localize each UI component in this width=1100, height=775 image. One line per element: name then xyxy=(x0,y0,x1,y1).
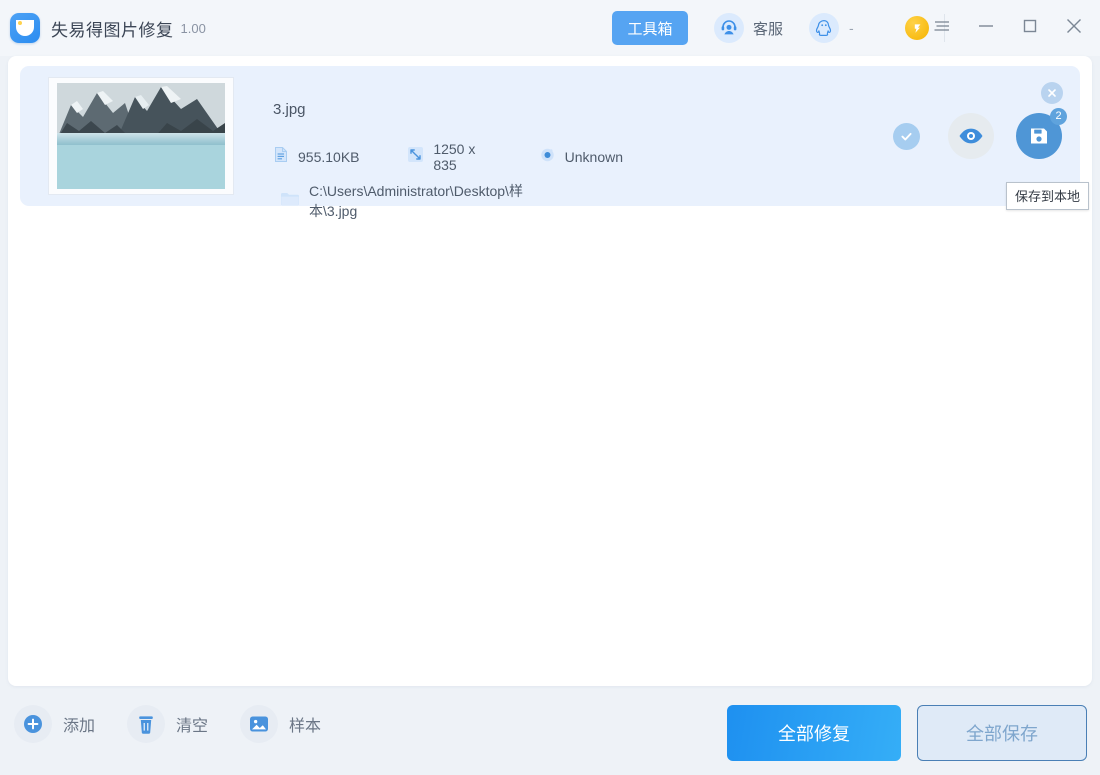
app-version: 1.00 xyxy=(181,21,206,36)
qq-account-label: - xyxy=(849,20,854,36)
corrupted-region xyxy=(57,145,225,189)
trash-icon xyxy=(127,705,165,743)
title-bar: 失易得图片修复 1.00 工具箱 客服 xyxy=(0,0,1100,56)
close-circle-icon xyxy=(1046,87,1058,99)
plus-circle-icon xyxy=(14,705,52,743)
file-size-value: 955.10KB xyxy=(298,149,360,165)
document-icon xyxy=(273,146,289,168)
save-count-badge: 2 xyxy=(1050,108,1067,125)
floppy-disk-icon xyxy=(1028,125,1050,147)
headset-person-icon xyxy=(714,13,744,43)
file-size-group: 955.10KB xyxy=(273,146,360,168)
resize-arrows-icon xyxy=(407,146,424,168)
file-path-row: C:\Users\Administrator\Desktop\样本\3.jpg xyxy=(280,181,523,221)
app-logo-icon xyxy=(10,13,40,43)
customer-support-button[interactable]: 客服 xyxy=(714,13,783,43)
image-icon xyxy=(240,705,278,743)
file-status-group: Unknown xyxy=(539,146,623,168)
file-dimensions-group: 1250 x 835 xyxy=(407,141,486,173)
file-list-item[interactable]: 3.jpg 955.10KB xyxy=(20,66,1080,206)
file-dimensions-value: 1250 x 835 xyxy=(433,141,486,173)
window-controls xyxy=(930,14,1086,38)
clear-button-label: 清空 xyxy=(176,712,208,736)
add-button-label: 添加 xyxy=(63,712,95,736)
clear-button[interactable]: 清空 xyxy=(127,705,208,743)
minimize-icon[interactable] xyxy=(974,14,998,38)
close-icon[interactable] xyxy=(1062,14,1086,38)
file-path-value: C:\Users\Administrator\Desktop\样本\3.jpg xyxy=(309,181,523,221)
maximize-icon[interactable] xyxy=(1018,14,1042,38)
qq-penguin-icon xyxy=(809,13,839,43)
app-title: 失易得图片修复 xyxy=(51,16,174,41)
content-panel: 3.jpg 955.10KB xyxy=(8,56,1092,686)
save-all-button[interactable]: 全部保存 xyxy=(917,705,1087,761)
repair-all-button[interactable]: 全部修复 xyxy=(727,705,901,761)
add-button[interactable]: 添加 xyxy=(14,705,95,743)
eye-icon xyxy=(958,127,984,145)
save-to-local-button[interactable]: 2 xyxy=(1016,113,1062,159)
file-thumbnail[interactable] xyxy=(48,77,234,195)
logo-eye-shape xyxy=(18,21,22,25)
save-tooltip: 保存到本地 xyxy=(1006,182,1089,210)
hamburger-menu-icon[interactable] xyxy=(930,14,954,38)
folder-icon xyxy=(280,191,300,211)
snow-mountain-lake-thumbnail xyxy=(57,83,225,189)
file-meta-row: 955.10KB 1250 x 835 xyxy=(273,141,623,173)
clock-icon xyxy=(539,146,556,168)
mountain-graphic xyxy=(57,83,225,139)
file-status-value: Unknown xyxy=(565,149,623,165)
check-circle-icon[interactable] xyxy=(893,123,920,150)
coin-icon[interactable] xyxy=(905,16,929,40)
sample-button[interactable]: 样本 xyxy=(240,705,321,743)
sample-button-label: 样本 xyxy=(289,712,321,736)
app-logo xyxy=(10,13,40,43)
customer-support-label: 客服 xyxy=(753,18,783,39)
toolbox-button[interactable]: 工具箱 xyxy=(612,11,688,45)
qq-button[interactable]: - xyxy=(809,13,854,43)
remove-file-button[interactable] xyxy=(1041,82,1063,104)
application-window: 失易得图片修复 1.00 工具箱 客服 xyxy=(0,0,1100,775)
preview-button[interactable] xyxy=(948,113,994,159)
header-center-group: 工具箱 客服 xyxy=(612,11,854,45)
footer-actions: 添加 清空 xyxy=(14,705,353,743)
file-name: 3.jpg xyxy=(273,101,306,118)
